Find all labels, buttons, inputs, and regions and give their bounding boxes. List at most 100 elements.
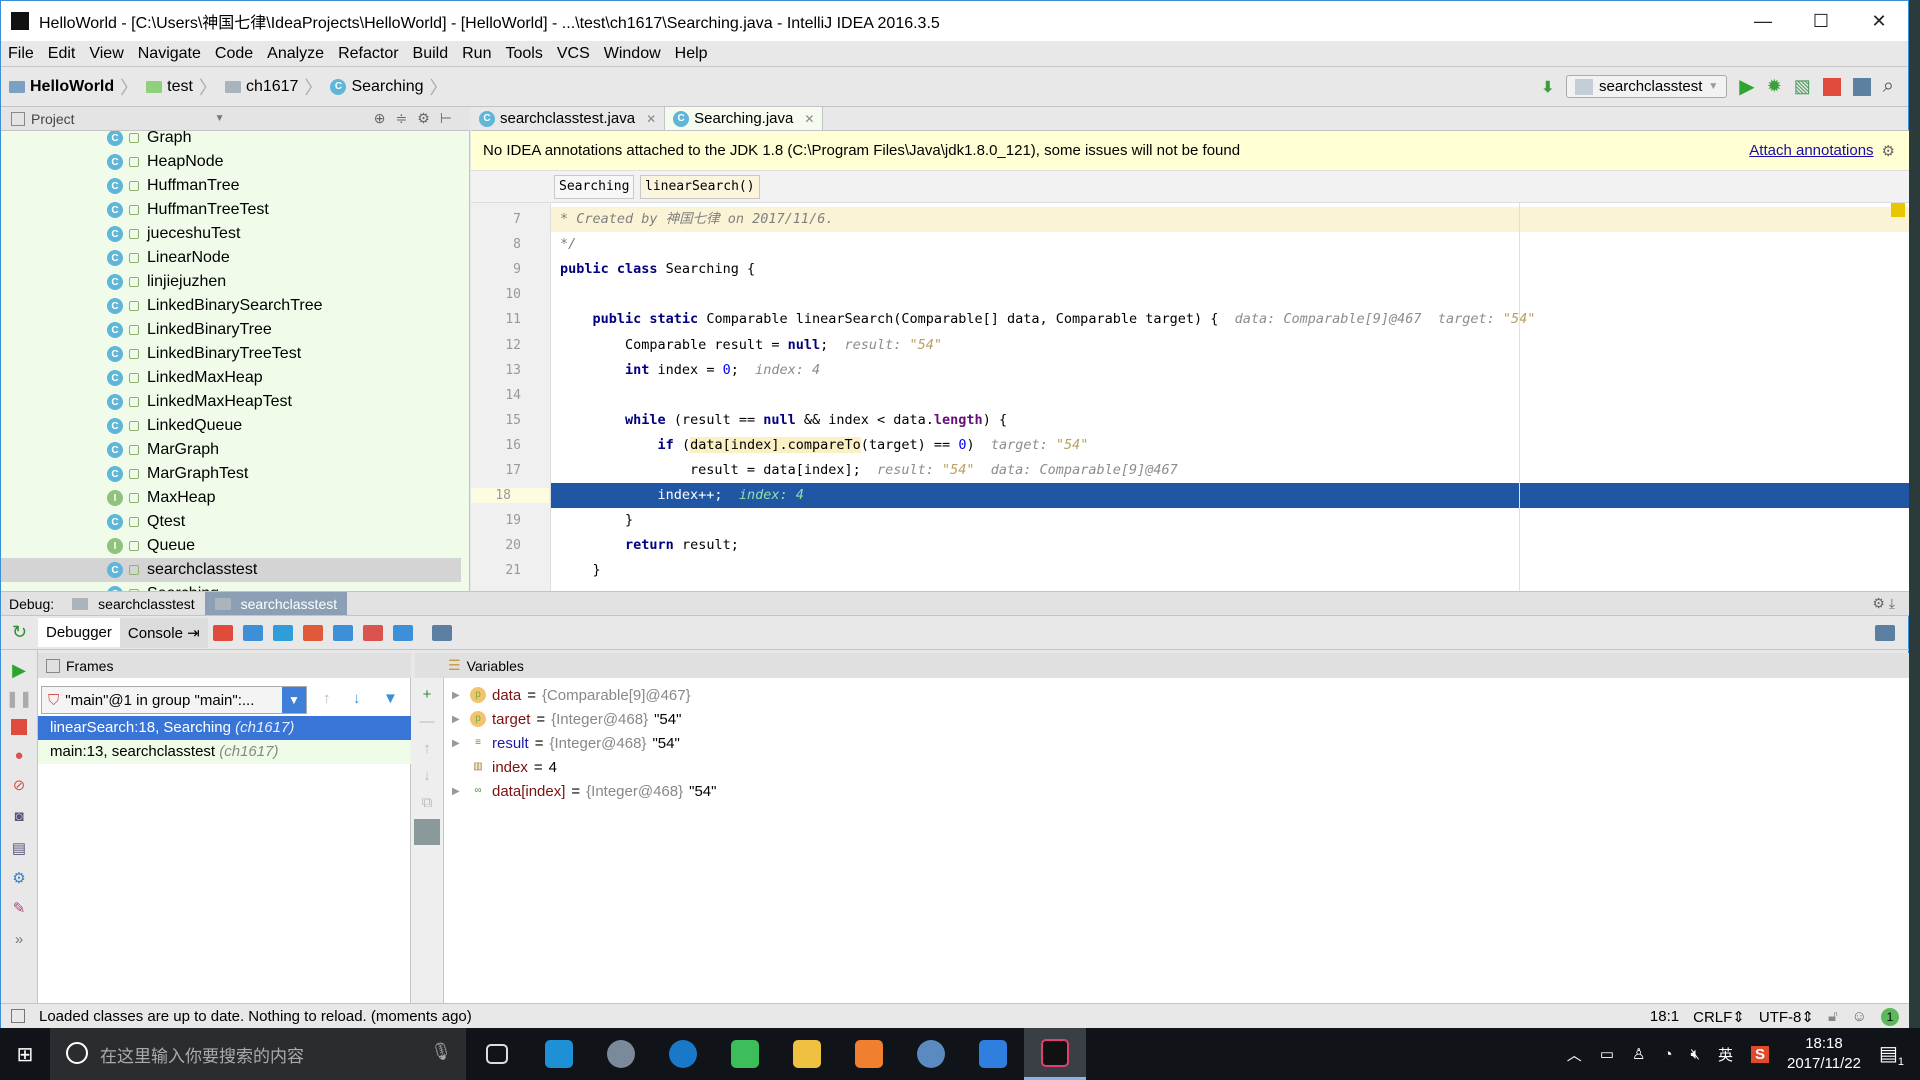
menu-refactor[interactable]: Refactor [331,45,405,63]
mute-breakpoints-icon[interactable]: ⊘ [1,776,37,794]
menu-window[interactable]: Window [597,45,668,63]
debug-icon[interactable]: ✹ [1767,76,1782,97]
expand-arrow-icon[interactable]: ▶ [452,690,464,701]
rerun-icon[interactable]: ↻ [1,622,38,643]
camera-icon[interactable]: ◙ [1,808,37,825]
view-breakpoints-icon[interactable]: ● [1,747,37,764]
crumb-package[interactable]: ch1617 〉 [224,74,322,100]
menu-analyze[interactable]: Analyze [260,45,331,63]
chevron-up-icon[interactable]: ︿ [1567,1044,1582,1065]
menu-navigate[interactable]: Navigate [131,45,208,63]
move-up-icon[interactable]: ↑ [411,740,443,757]
taskbar-app-icon[interactable] [900,1028,962,1080]
menu-help[interactable]: Help [668,45,715,63]
expand-arrow-icon[interactable]: ▶ [452,738,464,749]
intellij-taskbar-icon[interactable] [1024,1028,1086,1080]
tree-item[interactable]: C LinkedMaxHeapTest [1,390,461,414]
plug-icon[interactable]: ♙ [1632,1045,1645,1063]
menu-view[interactable]: View [82,45,130,63]
tree-item[interactable]: C Graph [1,131,461,150]
project-structure-icon[interactable] [1852,77,1871,96]
tab-debugger[interactable]: Debugger [38,618,120,647]
tree-item[interactable]: C LinearNode [1,246,461,270]
force-step-into-icon[interactable] [302,624,323,641]
menu-code[interactable]: Code [208,45,260,63]
toggle-panels-icon[interactable] [11,1009,25,1023]
filter-icon[interactable]: ▼ [383,690,398,707]
sogou-icon[interactable]: S [1750,1045,1769,1063]
ime-indicator[interactable]: 英 [1718,1044,1733,1065]
code-editor[interactable]: * Created by 神国七律 on 2017/11/6. */ public … [551,203,1909,591]
wifi-icon[interactable]: ◔ [1663,1046,1672,1063]
file-encoding[interactable]: UTF-8⇕ [1759,1008,1814,1026]
expand-arrow-icon[interactable]: ▶ [452,786,464,797]
tree-item[interactable]: C Qtest [1,510,461,534]
stop-icon[interactable] [11,719,27,735]
clock[interactable]: 18:18 2017/11/22 [1787,1034,1861,1074]
crumb-method[interactable]: linearSearch() [640,175,760,199]
variable-row[interactable]: ▥ index = 4 [452,755,557,779]
tree-item[interactable]: I Queue [1,534,461,558]
show-execution-point-icon[interactable] [212,624,233,641]
build-icon[interactable]: ⬇ [1541,78,1554,96]
add-watch-icon[interactable]: + [411,686,443,703]
step-over-icon[interactable] [242,624,263,641]
step-into-icon[interactable] [272,624,293,641]
menu-build[interactable]: Build [406,45,456,63]
tree-item[interactable]: C HuffmanTree [1,174,461,198]
menu-tools[interactable]: Tools [498,45,549,63]
frame-item[interactable]: linearSearch:18, Searching (ch1617) [38,716,411,740]
settings-icon[interactable]: ⚙ [1,869,37,887]
tree-item[interactable]: C LinkedMaxHeap [1,366,461,390]
taskbar-app-icon[interactable] [590,1028,652,1080]
editor-tab[interactable]: Csearchclasstest.java ✕ [471,107,666,130]
tree-item[interactable]: C LinkedBinaryTree [1,318,461,342]
minimize-button[interactable]: — [1734,11,1792,32]
remove-watch-icon[interactable]: — [411,713,443,730]
search-icon[interactable]: ⌕ [1883,75,1894,98]
evaluate-expression-icon[interactable] [431,624,452,641]
battery-icon[interactable]: ▭ [1600,1045,1614,1063]
tree-item[interactable]: C LinkedQueue [1,414,461,438]
resume-icon[interactable]: ▶ [1,660,37,681]
move-down-icon[interactable]: ↓ [411,767,443,784]
variable-row[interactable]: ▶ p data = {Comparable[9]@467} [452,683,691,707]
restore-layout-icon[interactable] [1875,624,1895,641]
crumb-test[interactable]: test 〉 [146,74,217,100]
drop-frame-icon[interactable] [362,624,383,641]
tree-item[interactable]: CjueceshuTest [1,222,461,246]
maximize-button[interactable]: ☐ [1792,11,1850,32]
thread-select[interactable]: ⛉ "main"@1 in group "main":... ▼ [41,686,307,714]
tab-console[interactable]: Console ⇥ [119,617,208,648]
inspector-icon[interactable]: ☺ [1852,1008,1867,1025]
menu-file[interactable]: File [1,45,41,63]
taskbar-app-icon[interactable] [528,1028,590,1080]
lock-icon[interactable]: 🔓︎ [1828,1008,1838,1025]
layout-icon[interactable]: ▤ [1,839,37,857]
tree-item[interactable]: I MaxHeap [1,486,461,510]
taskbar-app-icon[interactable] [838,1028,900,1080]
arrow-up-icon[interactable]: ↑ [323,690,331,707]
tree-item[interactable]: C MarGraph [1,438,461,462]
arrow-down-icon[interactable]: ↓ [353,690,361,707]
more-icon[interactable]: » [1,931,37,948]
close-tab-icon[interactable]: ✕ [804,112,814,126]
event-log-badge[interactable]: 1 [1881,1007,1899,1026]
tree-item[interactable]: C HeapNode [1,150,461,174]
crumb-class[interactable]: C Searching 〉 [330,74,448,100]
crumb-project[interactable]: HelloWorld 〉 [9,74,138,100]
debug-session-tab-active[interactable]: searchclasstest [204,592,348,615]
coverage-icon[interactable]: ▧ [1794,76,1811,97]
tree-item[interactable]: C LinkedBinarySearchTree [1,294,461,318]
chevron-down-icon[interactable]: ▼ [215,113,225,124]
gear-icon[interactable]: ⚙ ⤓ [1872,595,1909,612]
tree-item[interactable]: Clinjiejuzhen [1,270,461,294]
task-view-icon[interactable] [466,1028,528,1080]
close-tab-icon[interactable]: ✕ [646,112,656,126]
warning-marker-icon[interactable] [1891,203,1905,217]
menu-vcs[interactable]: VCS [550,45,597,63]
microphone-icon[interactable]: 🎙︎ [430,1042,452,1062]
attach-annotations-link[interactable]: Attach annotations [1749,142,1873,159]
project-view-select[interactable]: Project [31,111,75,127]
file-explorer-icon[interactable] [776,1028,838,1080]
